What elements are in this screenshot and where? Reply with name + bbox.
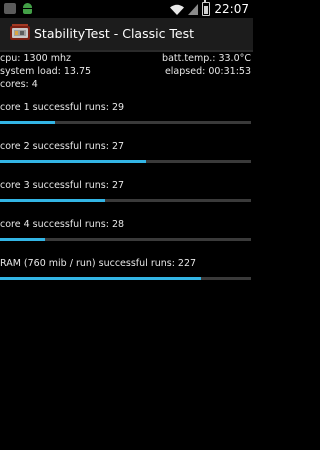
core-3-progress-fill (0, 199, 106, 202)
core-1-progress-track (0, 121, 251, 124)
battery-icon (202, 0, 211, 16)
info-row-cpu: cpu: 1300 mhz batt.temp.: 33.0°C (0, 52, 253, 65)
system-load-value: system load: 13.75 (0, 66, 92, 77)
core-4-progress-track (0, 238, 251, 241)
info-row-load: system load: 13.75 elapsed: 00:31:53 (0, 65, 253, 78)
cores-value: cores: 4 (0, 79, 38, 90)
action-bar: StabilityTest - Classic Test (0, 18, 253, 52)
cpu-value: cpu: 1300 mhz (0, 53, 71, 64)
core-3-runs-label: core 3 successful runs: 27 (0, 180, 125, 191)
status-bar: 22:07 (0, 0, 253, 18)
core-2-progress-fill (0, 160, 146, 163)
ram-progress-fill (0, 277, 201, 280)
signal-icon (188, 3, 199, 15)
status-bar-system: 22:07 (170, 0, 249, 17)
status-bar-notifications (4, 3, 33, 14)
core-4-runs-label: core 4 successful runs: 28 (0, 219, 125, 230)
ram-progress-track (0, 277, 251, 280)
core-4-progress-fill (0, 238, 46, 241)
wifi-icon (170, 4, 185, 15)
page-title: StabilityTest - Classic Test (34, 26, 195, 41)
app-icon[interactable] (9, 23, 31, 43)
core-2-runs-label: core 2 successful runs: 27 (0, 141, 125, 152)
clock: 22:07 (214, 2, 249, 16)
elapsed-value: elapsed: 00:31:53 (164, 66, 251, 77)
info-row-cores: cores: 4 (0, 78, 253, 91)
android-icon (22, 3, 33, 14)
battery-temperature-value: batt.temp.: 33.0°C (162, 53, 251, 64)
system-info: cpu: 1300 mhz batt.temp.: 33.0°C system … (0, 52, 253, 91)
ram-runs-label: RAM (760 mib / run) successful runs: 227 (0, 258, 197, 269)
core-1-progress-fill (0, 121, 56, 124)
core-3-progress-track (0, 199, 251, 202)
image-icon (4, 3, 16, 14)
core-2-progress-track (0, 160, 251, 163)
core-1-runs-label: core 1 successful runs: 29 (0, 102, 125, 113)
